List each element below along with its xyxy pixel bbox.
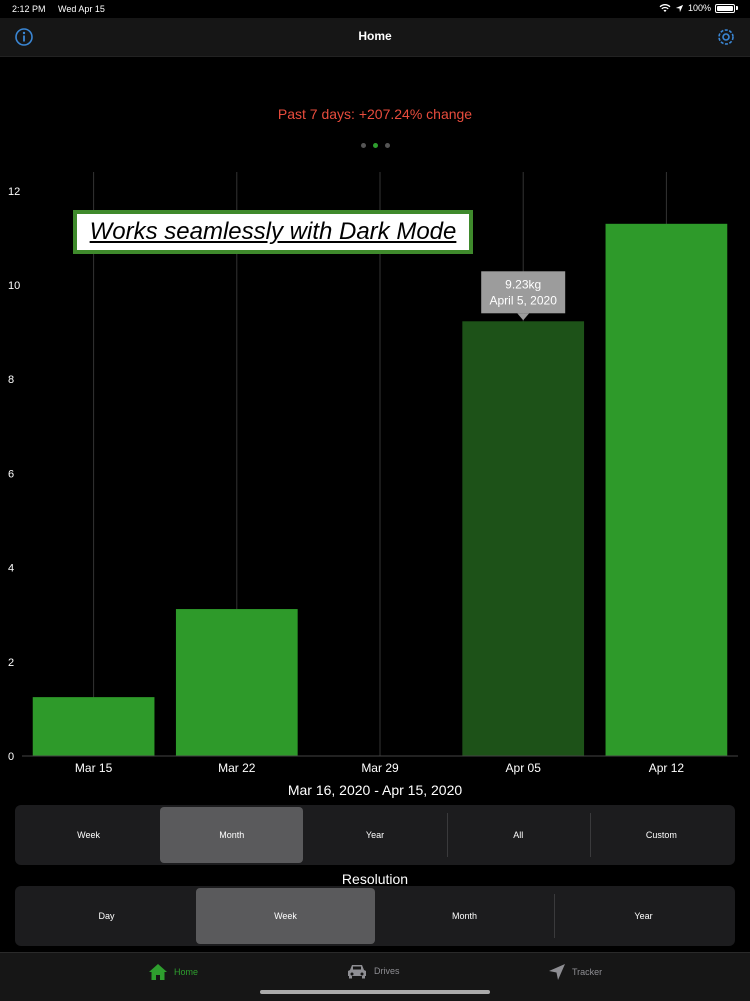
tab-drives[interactable]: Drives [346, 963, 400, 979]
battery-percent: 100% [687, 3, 711, 13]
gear-icon[interactable] [716, 27, 736, 47]
bar[interactable] [462, 321, 585, 756]
date-range-label: Mar 16, 2020 - Apr 15, 2020 [287, 782, 463, 798]
tab-tracker[interactable]: Tracker [548, 963, 602, 981]
page-dot[interactable] [360, 143, 366, 148]
period-option-all[interactable]: All [446, 807, 590, 863]
dark-mode-banner: Works seamlessly with Dark Mode [73, 210, 473, 254]
wifi-icon [659, 4, 671, 12]
y-tick-label: 4 [8, 563, 14, 575]
status-time: 2:12 PM [12, 4, 46, 14]
y-tick-label: 2 [8, 657, 14, 669]
y-tick-label: 12 [8, 186, 20, 198]
x-tick-label: Mar 15 [75, 761, 113, 775]
tooltip-pointer [517, 313, 530, 321]
resolution-segmented-control: Day Week Month Year [15, 886, 735, 946]
period-option-custom[interactable]: Custom [589, 807, 733, 863]
banner-text: Works seamlessly with Dark Mode [89, 218, 457, 245]
page-dot[interactable] [372, 143, 378, 148]
status-bar: 2:12 PM Wed Apr 15 100% [0, 0, 750, 18]
period-option-week[interactable]: Week [17, 807, 160, 863]
location-arrow-icon [549, 964, 565, 980]
resolution-option-day[interactable]: Day [17, 888, 196, 944]
location-icon [675, 4, 684, 12]
nav-bar: Home [0, 18, 750, 57]
house-icon [149, 964, 167, 980]
period-option-month[interactable]: Month [160, 807, 304, 863]
battery-cap [736, 6, 738, 10]
tab-tracker-label: Tracker [572, 967, 603, 977]
tab-home[interactable]: Home [148, 963, 198, 981]
x-tick-label: Mar 29 [361, 761, 399, 775]
home-indicator [260, 990, 490, 994]
bar[interactable] [605, 223, 728, 756]
x-tick-label: Mar 22 [218, 761, 256, 775]
bar[interactable] [32, 697, 155, 756]
status-date: Wed Apr 15 [58, 4, 105, 14]
y-tick-label: 8 [8, 374, 14, 386]
resolution-option-week[interactable]: Week [196, 888, 375, 944]
resolution-label: Resolution [341, 871, 409, 887]
y-tick-label: 0 [8, 751, 14, 763]
x-tick-label: Apr 12 [649, 761, 685, 775]
page-dot[interactable] [384, 143, 390, 148]
resolution-option-month[interactable]: Month [375, 888, 554, 944]
car-icon [348, 965, 366, 979]
battery-icon [715, 3, 735, 13]
page-title: Home [358, 29, 392, 43]
change-summary: Past 7 days: +207.24% change [277, 106, 473, 122]
page-indicator[interactable] [0, 143, 750, 148]
resolution-option-year[interactable]: Year [554, 888, 733, 944]
tab-drives-label: Drives [374, 966, 400, 976]
period-option-year[interactable]: Year [303, 807, 446, 863]
period-segmented-control: Week Month Year All Custom [15, 805, 735, 865]
bar[interactable] [175, 609, 298, 756]
tab-home-label: Home [174, 967, 199, 977]
y-tick-label: 6 [8, 468, 14, 480]
tooltip-date: April 5, 2020 [490, 293, 558, 307]
x-tick-label: Apr 05 [506, 761, 542, 775]
y-tick-label: 10 [8, 280, 20, 292]
tooltip-value: 9.23kg [505, 277, 541, 291]
